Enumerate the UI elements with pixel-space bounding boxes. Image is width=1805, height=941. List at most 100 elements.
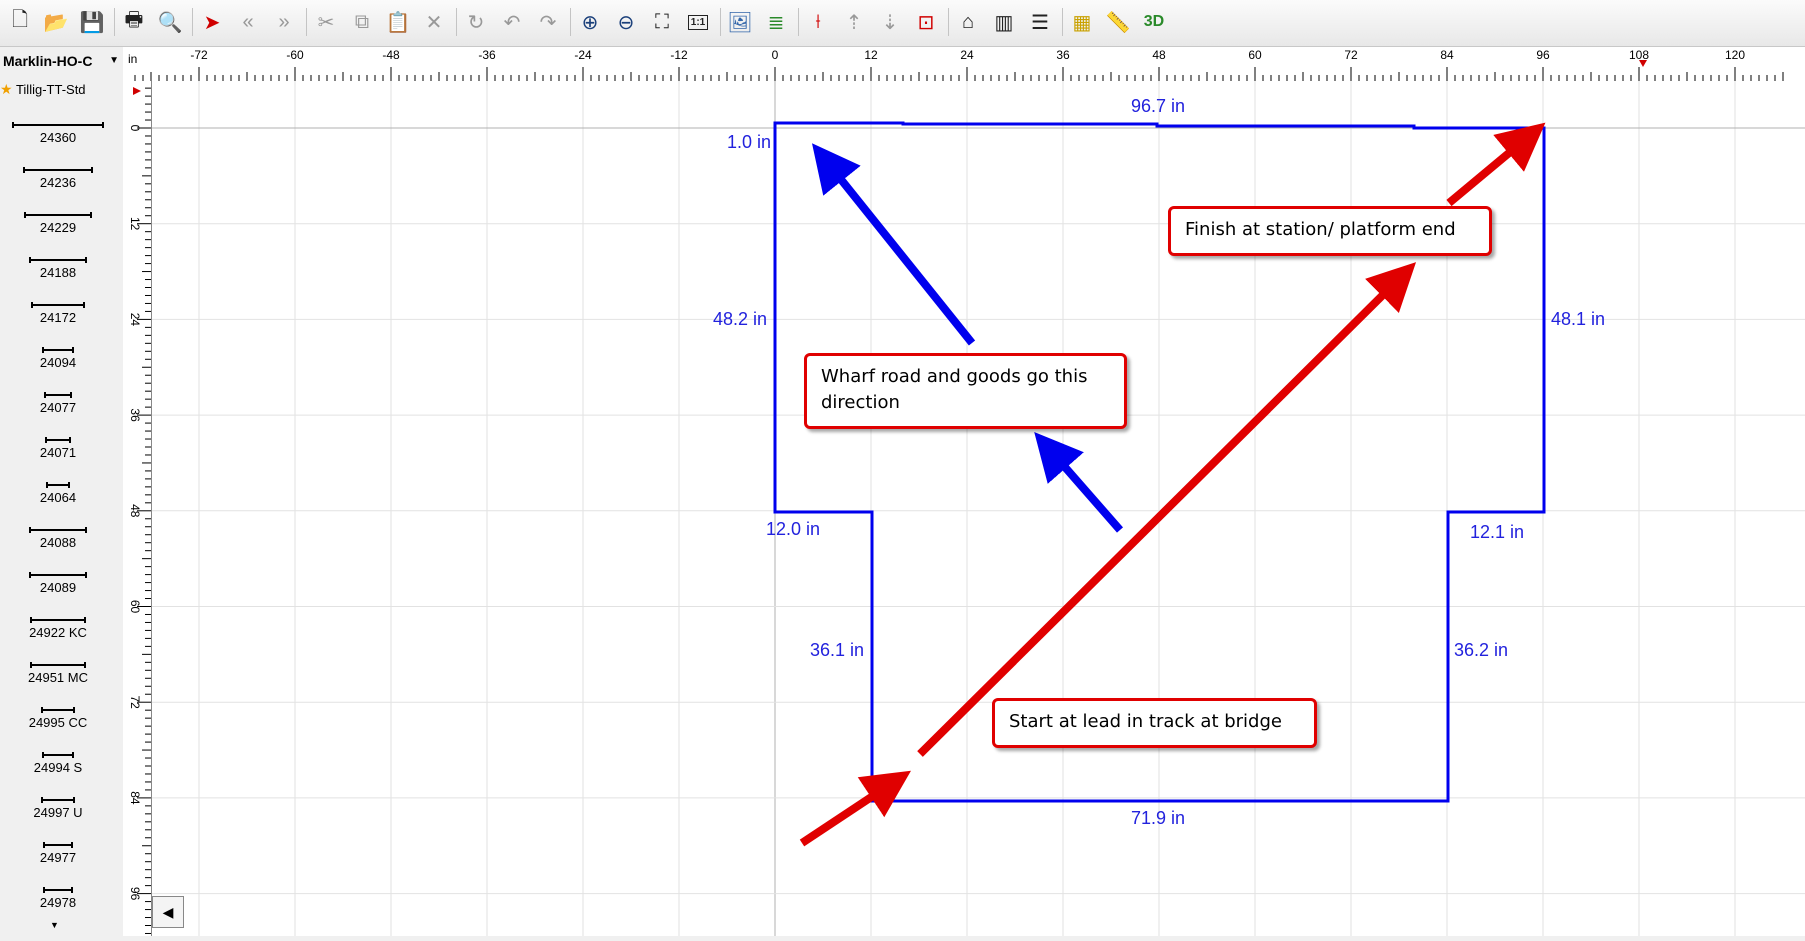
track-item-label: 24188	[39, 265, 77, 280]
isolate-icon: ⊡	[917, 11, 935, 34]
new-file-button[interactable]: 🗋	[4, 6, 36, 38]
library-dropdown[interactable]: Marklin-HO-C ▼	[0, 50, 123, 72]
background-image-button[interactable]: 🖼	[724, 6, 756, 38]
zoom-fit-icon: ⛶	[655, 10, 669, 33]
toolbar-separator	[306, 8, 307, 36]
track-library-item[interactable]: 24995 CC	[0, 707, 116, 730]
height-down-button[interactable]: ⇣	[874, 6, 906, 38]
rewind-button[interactable]: «	[232, 6, 264, 38]
forward-icon: »	[278, 10, 290, 33]
copy-button[interactable]: ⧉	[346, 6, 378, 38]
isolate-button[interactable]: ⊡	[910, 6, 942, 38]
cut-icon: ✂	[317, 11, 335, 34]
track-library-item[interactable]: 24188	[0, 257, 116, 280]
parts-list-button[interactable]: ▦	[1066, 6, 1098, 38]
ruler-label: 48	[128, 504, 142, 518]
toolbar-separator	[798, 8, 799, 36]
bridge-button[interactable]: ⌂	[952, 6, 984, 38]
layout-canvas[interactable]: 96.7 in 1.0 in 48.2 in 48.1 in 12.0 in 1…	[152, 81, 1805, 936]
track-library-item[interactable]: 24064	[0, 482, 116, 505]
track-library-item[interactable]: 24071	[0, 437, 116, 460]
layers-button[interactable]: ≣	[760, 6, 792, 38]
track-piece-icon	[30, 617, 86, 623]
track-piece-icon	[24, 212, 92, 218]
zoom-out-button[interactable]: ⊖	[610, 6, 642, 38]
scroll-down-icon[interactable]: ▼	[50, 920, 59, 930]
cursor-marker-icon	[1639, 60, 1647, 67]
tunnel-button[interactable]: ▥	[988, 6, 1020, 38]
track-library-item[interactable]: 24229	[0, 212, 116, 235]
undo-button[interactable]: ↶	[496, 6, 528, 38]
track-library-item[interactable]: 24977	[0, 842, 116, 865]
track-library-item[interactable]: 24360	[0, 122, 116, 145]
copy-icon: ⧉	[354, 10, 370, 33]
track-library-item[interactable]: 24077	[0, 392, 116, 415]
height-up-button[interactable]: ⇡	[838, 6, 870, 38]
grid	[152, 81, 1805, 936]
dim-top: 96.7 in	[1131, 96, 1186, 116]
ruler-label: 12	[128, 217, 142, 231]
zoom-1-1-button[interactable]: 1:1	[682, 6, 714, 38]
rotate-button[interactable]: ↻	[460, 6, 492, 38]
track-library-item[interactable]: 24978	[0, 887, 116, 910]
chevron-down-icon: ▼	[109, 55, 119, 66]
forward-button[interactable]: »	[268, 6, 300, 38]
toolbar-separator	[114, 8, 115, 36]
print-preview-button[interactable]: 🔍	[154, 6, 186, 38]
track-item-label: 24236	[39, 175, 77, 190]
redo-button[interactable]: ↷	[532, 6, 564, 38]
ruler-label: 24	[960, 48, 974, 62]
track-item-label: 24994 S	[33, 760, 83, 775]
delete-button[interactable]: ✕	[418, 6, 450, 38]
track-piece-icon	[44, 392, 72, 398]
zoom-fit-button[interactable]: ⛶	[646, 6, 678, 38]
ruler-label: -12	[670, 48, 688, 62]
track-split-button[interactable]: ⟊	[802, 6, 834, 38]
cut-button[interactable]: ✂	[310, 6, 342, 38]
ruler-horizontal: -72 -60 -48 -36 -24 -12 0 12 24 36 48 60 72 84 96 108 12…	[123, 47, 1805, 82]
ruler-label: 108	[1629, 48, 1649, 62]
track-library-item[interactable]: 24094	[0, 347, 116, 370]
route-arrow-finish	[1446, 122, 1546, 207]
ruler-label: -60	[286, 48, 304, 62]
track-piece-icon	[29, 527, 87, 533]
track-library-item[interactable]: 24236	[0, 167, 116, 190]
track-piece-icon	[46, 482, 70, 488]
zoom-in-button[interactable]: ⊕	[574, 6, 606, 38]
callout-wharf-text: Wharf road and goods go this direction	[821, 366, 1088, 413]
open-folder-button[interactable]: 📂	[40, 6, 72, 38]
measure-button[interactable]: 📏	[1102, 6, 1134, 38]
track-item-label: 24997 U	[33, 805, 83, 820]
toolbar-separator	[456, 8, 457, 36]
ruler-label: 12	[864, 48, 878, 62]
track-library-item[interactable]: 24088	[0, 527, 116, 550]
ruler-label: 36	[128, 408, 142, 422]
callout-start-text: Start at lead in track at bridge	[1009, 711, 1282, 732]
save-button[interactable]: 💾	[76, 6, 108, 38]
track-library-item[interactable]: 24994 S	[0, 752, 116, 775]
favorite-library-label: Tillig-TT-Std	[15, 82, 86, 97]
scroll-left-button[interactable]: ◀	[152, 896, 184, 928]
open-folder-icon: 📂	[43, 11, 69, 34]
favorite-library[interactable]: ★ Tillig-TT-Std	[0, 81, 120, 101]
track-library-item[interactable]: 24997 U	[0, 797, 116, 820]
view-3d-button[interactable]: 3D	[1138, 6, 1170, 38]
print-button[interactable]: 🖶	[118, 6, 150, 38]
track-library-item[interactable]: 24951 MC	[0, 662, 116, 685]
paste-button[interactable]: 📋	[382, 6, 414, 38]
track-piece-icon	[30, 662, 86, 668]
track-library-item[interactable]: 24089	[0, 572, 116, 595]
dim-top-left-notch: 1.0 in	[727, 132, 772, 152]
track-library-item[interactable]: 24922 KC	[0, 617, 116, 640]
track-piece-icon	[43, 887, 73, 893]
track-options-button[interactable]: ☰	[1024, 6, 1056, 38]
callout-finish-text: Finish at station/ platform end	[1185, 219, 1456, 240]
track-library-item[interactable]: 24172	[0, 302, 116, 325]
ruler-label: 96	[1536, 48, 1550, 62]
ruler-label: 0	[772, 48, 779, 62]
bridge-icon: ⌂	[961, 10, 975, 33]
ruler-label: 36	[1056, 48, 1070, 62]
main-toolbar: 🗋 📂 💾 🖶 🔍 ➤ « » ✂ ⧉ 📋 ✕ ↻ ↶ ↷ ⊕ ⊖ ⛶ 1:1 🖼 ≣ ⟊ ⇡ ⇣ ⊡ ⌂ ▥ ☰ ▦ 📏 3D	[0, 0, 1805, 47]
select-arrow-button[interactable]: ➤	[196, 6, 228, 38]
dim-left-upper: 48.2 in	[713, 309, 768, 329]
